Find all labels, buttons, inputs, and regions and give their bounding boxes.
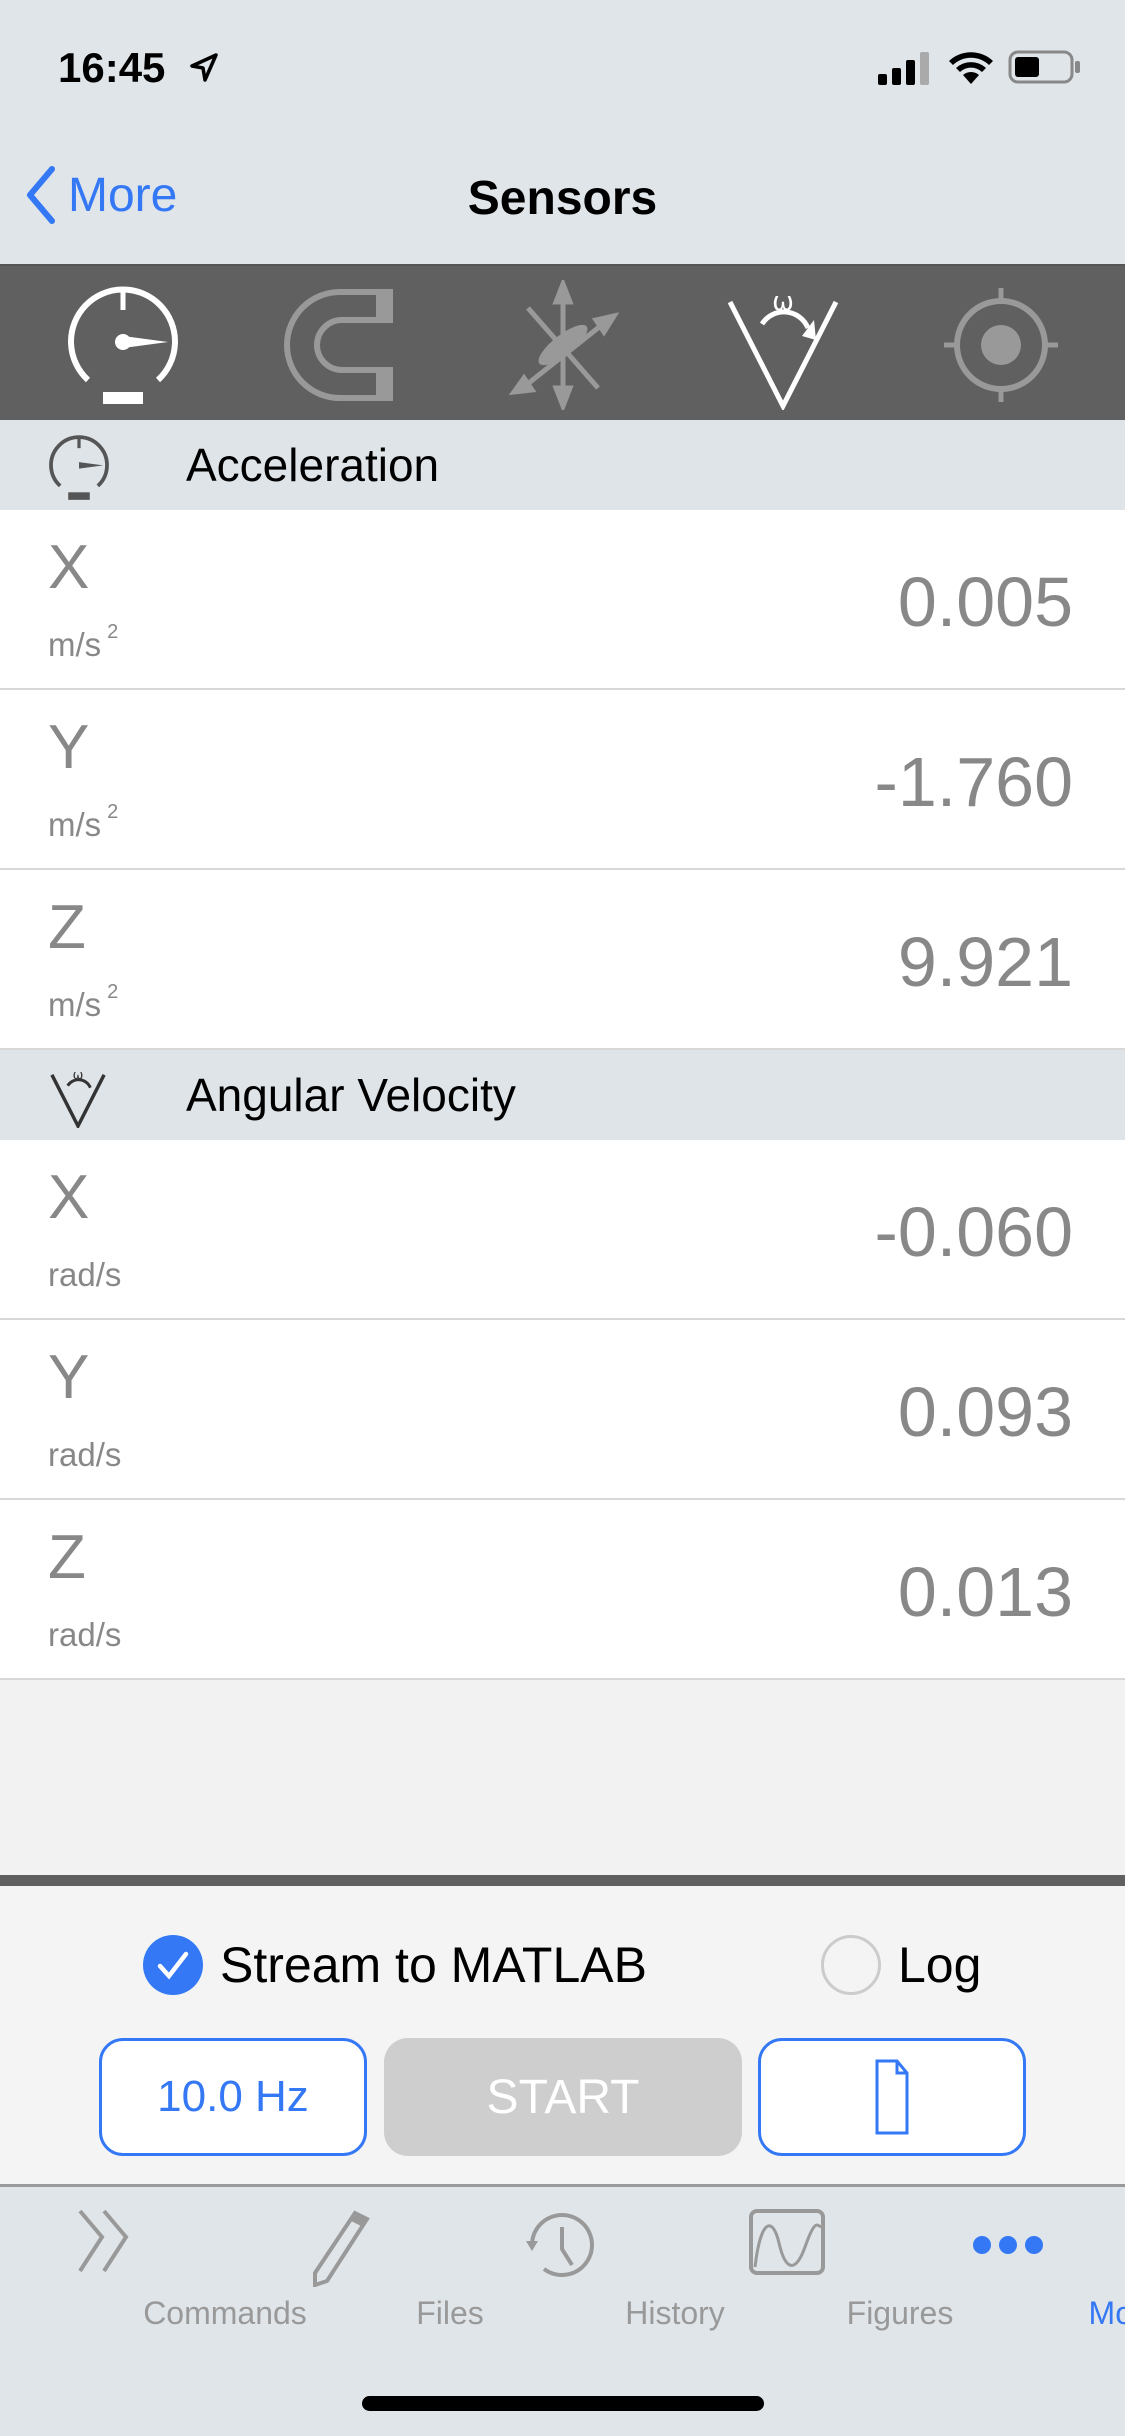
empty-circle-icon — [821, 1935, 881, 1995]
sensor-value: 0.093 — [897, 1373, 1073, 1451]
angular-velocity-icon[interactable]: ω — [718, 280, 848, 410]
orientation-axes-icon[interactable] — [498, 280, 628, 410]
checkmark-circle-icon — [143, 1935, 203, 1995]
unit-label: m/s 2 — [48, 801, 118, 844]
axis-label: Y — [48, 1343, 90, 1412]
unit-exponent: 2 — [107, 801, 119, 823]
page-title: Sensors — [467, 172, 658, 225]
sensor-value: 9.921 — [897, 923, 1073, 1001]
divider — [0, 1875, 1125, 1886]
unit-exponent: 2 — [107, 981, 119, 1003]
unit-text: m/s — [48, 626, 102, 663]
section-header-angular-velocity: ω Angular Velocity — [0, 1050, 1125, 1140]
navigation-bar: More Sensors — [0, 135, 1125, 264]
table-row: Ym/s 2 -1.760 — [0, 690, 1125, 870]
axis-label: Y — [48, 713, 90, 782]
unit-label: m/s 2 — [48, 981, 118, 1024]
unit-text: m/s — [48, 806, 102, 843]
sensor-toolbar: ω — [0, 264, 1125, 420]
unit-label: rad/s — [48, 1256, 122, 1293]
sample-rate-button[interactable]: 10.0 Hz — [99, 2038, 367, 2156]
battery-icon — [1008, 50, 1080, 84]
log-file-button[interactable] — [758, 2038, 1026, 2156]
wifi-icon — [949, 52, 993, 84]
tab-label: More — [1088, 2295, 1125, 2331]
ellipsis-icon — [973, 2236, 1043, 2254]
tab-history[interactable]: History — [450, 2187, 725, 2347]
location-arrow-icon — [190, 53, 218, 82]
sensor-value: 0.013 — [897, 1553, 1073, 1631]
document-icon — [875, 2059, 909, 2135]
axis-label: X — [48, 1163, 90, 1232]
axis-label: Z — [48, 1523, 86, 1592]
history-clock-icon — [526, 2213, 594, 2277]
table-row: Zrad/s 0.013 — [0, 1500, 1125, 1680]
svg-text:ω: ω — [73, 1068, 84, 1083]
axis-label: Z — [48, 893, 86, 962]
tab-files[interactable]: Files — [225, 2187, 484, 2347]
unit-exponent: 2 — [107, 621, 119, 643]
status-bar: 16:45 — [0, 0, 1125, 135]
accelerometer-gauge-icon — [49, 435, 109, 500]
sensor-value: -0.060 — [874, 1193, 1073, 1271]
stream-controls: Stream to MATLAB Log 10.0 Hz START — [0, 1886, 1125, 2186]
double-chevron-icon — [78, 2209, 129, 2273]
log-checkbox[interactable]: Log — [820, 1934, 981, 1996]
unit-label: rad/s — [48, 1436, 122, 1473]
axis-label: X — [48, 533, 90, 602]
unit-label: rad/s — [48, 1616, 122, 1653]
tab-more[interactable]: More — [900, 2187, 1125, 2347]
magnet-icon[interactable] — [280, 280, 410, 410]
status-time: 16:45 — [58, 44, 166, 91]
tab-commands[interactable]: Commands — [0, 2187, 307, 2347]
angular-velocity-icon: ω — [50, 1068, 106, 1128]
section-title: Angular Velocity — [186, 1069, 516, 1121]
figure-wave-icon — [749, 2209, 825, 2275]
table-row: Yrad/s 0.093 — [0, 1320, 1125, 1500]
sensor-value: 0.005 — [897, 563, 1073, 641]
stream-label: Stream to MATLAB — [220, 1937, 647, 1993]
table-row: Xrad/s -0.060 — [0, 1140, 1125, 1320]
svg-text:ω: ω — [772, 287, 794, 317]
table-row: Xm/s 2 0.005 — [0, 510, 1125, 690]
position-target-icon[interactable] — [936, 280, 1066, 410]
stream-to-matlab-checkbox[interactable]: Stream to MATLAB — [142, 1934, 647, 1996]
signal-icon — [878, 52, 929, 85]
sensor-value: -1.760 — [874, 743, 1073, 821]
pencil-icon — [313, 2210, 370, 2287]
table-row: Zm/s 2 9.921 — [0, 870, 1125, 1050]
accelerometer-gauge-icon[interactable] — [58, 280, 188, 410]
start-button[interactable]: START — [384, 2038, 742, 2156]
home-indicator — [362, 2396, 764, 2411]
log-label: Log — [898, 1937, 982, 1993]
section-header-acceleration: Acceleration — [0, 420, 1125, 510]
section-title: Acceleration — [186, 439, 440, 491]
unit-label: m/s 2 — [48, 621, 118, 664]
tab-figures[interactable]: Figures — [675, 2187, 953, 2347]
unit-text: m/s — [48, 986, 102, 1023]
